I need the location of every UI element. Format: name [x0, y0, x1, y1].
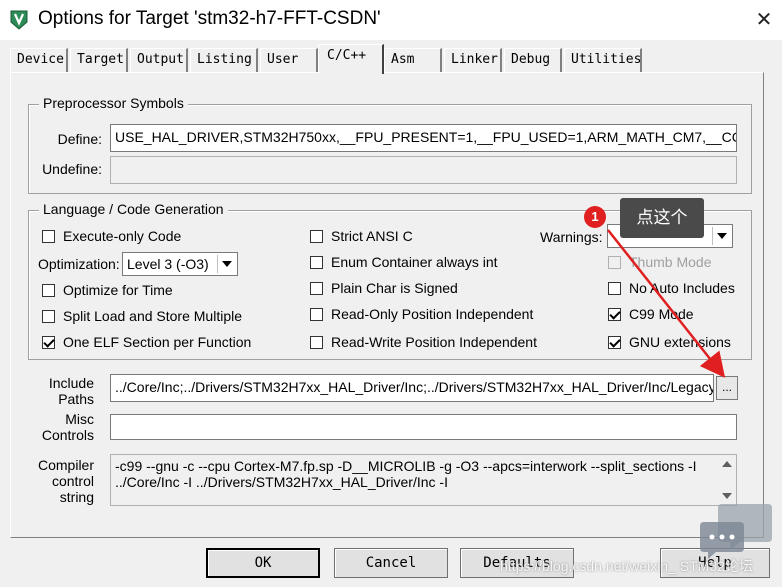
- tab-asm[interactable]: Asm: [384, 48, 442, 72]
- execute-only-label: Execute-only Code: [63, 228, 182, 244]
- no-auto-includes-box: [608, 281, 621, 295]
- strict-ansi-box: [310, 229, 323, 243]
- thumb-mode-label: Thumb Mode: [629, 254, 712, 270]
- tab-c-cpp[interactable]: C/C++: [318, 44, 384, 74]
- warnings-label: Warnings:: [540, 229, 603, 245]
- execute-only-checkbox[interactable]: Execute-only Code: [42, 228, 181, 244]
- ro-position-checkbox[interactable]: Read-Only Position Independent: [310, 306, 533, 322]
- ro-position-label: Read-Only Position Independent: [331, 306, 534, 322]
- gnu-extensions-label: GNU extensions: [629, 334, 731, 350]
- include-paths-input[interactable]: ../Core/Inc;../Drivers/STM32H7xx_HAL_Dri…: [110, 374, 714, 402]
- compiler-label-line2: control: [51, 473, 94, 489]
- strict-ansi-checkbox[interactable]: Strict ANSI C: [310, 228, 413, 244]
- tab-linker[interactable]: Linker: [444, 48, 502, 72]
- scroll-up-icon[interactable]: [718, 455, 736, 473]
- split-load-checkbox[interactable]: Split Load and Store Multiple: [42, 308, 242, 324]
- optimization-select[interactable]: Level 3 (-O3): [122, 252, 238, 276]
- title-bar: Options for Target 'stm32-h7-FFT-CSDN' ✕: [0, 0, 782, 40]
- annotation-callout: 点这个: [620, 198, 704, 238]
- misc-controls-label: Misc Controls: [30, 411, 94, 443]
- undefine-input[interactable]: [110, 156, 737, 184]
- enum-int-label: Enum Container always int: [331, 254, 498, 270]
- preprocessor-group-title: Preprocessor Symbols: [39, 95, 188, 111]
- keil-app-icon: [10, 10, 28, 30]
- thumb-mode-box: [608, 255, 621, 269]
- misc-label-line2: Controls: [41, 427, 94, 443]
- close-icon[interactable]: ✕: [752, 8, 776, 32]
- plain-char-label: Plain Char is Signed: [331, 280, 458, 296]
- define-input[interactable]: USE_HAL_DRIVER,STM32H750xx,__FPU_PRESENT…: [110, 124, 737, 152]
- compiler-label-line3: string: [59, 489, 94, 505]
- watermark: https://blog.csdn.net/weixin_ STM32论坛: [500, 558, 753, 574]
- misc-label-line1: Misc: [65, 411, 94, 427]
- define-label: Define:: [57, 131, 102, 147]
- c99-mode-checkbox[interactable]: C99 Mode: [608, 306, 694, 322]
- cancel-button[interactable]: Cancel: [334, 548, 448, 578]
- execute-only-box: [42, 229, 55, 243]
- chevron-down-icon: [217, 255, 235, 273]
- include-label-line2: Paths: [58, 391, 94, 407]
- compiler-label-line1: Compiler: [37, 457, 94, 473]
- split-load-box: [42, 309, 55, 323]
- gnu-extensions-box: [608, 335, 621, 349]
- optimization-label: Optimization:: [38, 256, 120, 272]
- include-label-line1: Include: [48, 375, 94, 391]
- optimize-time-label: Optimize for Time: [63, 282, 173, 298]
- rw-position-box: [310, 335, 323, 349]
- c99-mode-label: C99 Mode: [629, 306, 694, 322]
- c99-mode-box: [608, 307, 621, 321]
- misc-controls-input[interactable]: [110, 414, 737, 440]
- tab-target[interactable]: Target: [70, 48, 128, 72]
- tab-device[interactable]: Device: [10, 48, 68, 72]
- compiler-control-string: -c99 --gnu -c --cpu Cortex-M7.fp.sp -D__…: [110, 454, 737, 506]
- language-group-title: Language / Code Generation: [39, 201, 228, 217]
- no-auto-includes-checkbox[interactable]: No Auto Includes: [608, 280, 735, 296]
- enum-int-box: [310, 255, 323, 269]
- compiler-line-1: -c99 --gnu -c --cpu Cortex-M7.fp.sp -D__…: [115, 458, 697, 474]
- rw-position-label: Read-Write Position Independent: [331, 334, 537, 350]
- one-elf-label: One ELF Section per Function: [63, 334, 252, 350]
- strict-ansi-label: Strict ANSI C: [331, 228, 413, 244]
- tab-user[interactable]: User: [260, 48, 318, 72]
- split-load-label: Split Load and Store Multiple: [63, 308, 242, 324]
- plain-char-checkbox[interactable]: Plain Char is Signed: [310, 280, 458, 296]
- compiler-control-label: Compiler control string: [30, 457, 94, 505]
- chevron-down-icon: [712, 227, 730, 245]
- tab-debug[interactable]: Debug: [504, 48, 562, 72]
- tab-utilities[interactable]: Utilities: [564, 48, 642, 72]
- thumb-mode-checkbox[interactable]: Thumb Mode: [608, 254, 711, 270]
- optimization-value: Level 3 (-O3): [127, 256, 209, 272]
- plain-char-box: [310, 281, 323, 295]
- compiler-scrollbar[interactable]: [718, 455, 736, 505]
- rw-position-checkbox[interactable]: Read-Write Position Independent: [310, 334, 537, 350]
- no-auto-includes-label: No Auto Includes: [629, 280, 735, 296]
- include-paths-browse-button[interactable]: ...: [716, 376, 738, 400]
- one-elf-box: [42, 335, 55, 349]
- one-elf-checkbox[interactable]: One ELF Section per Function: [42, 334, 251, 350]
- optimize-time-checkbox[interactable]: Optimize for Time: [42, 282, 173, 298]
- compiler-line-2: ../Core/Inc -I ../Drivers/STM32H7xx_HAL_…: [115, 474, 448, 490]
- chat-bubble-icon: [700, 504, 772, 559]
- tab-output[interactable]: Output: [130, 48, 188, 72]
- window-title: Options for Target 'stm32-h7-FFT-CSDN': [38, 8, 381, 29]
- ok-button[interactable]: OK: [206, 548, 320, 578]
- undefine-label: Undefine:: [42, 161, 102, 177]
- ro-position-box: [310, 307, 323, 321]
- gnu-extensions-checkbox[interactable]: GNU extensions: [608, 334, 731, 350]
- include-paths-label: Include Paths: [30, 375, 94, 407]
- optimize-time-box: [42, 283, 55, 297]
- enum-int-checkbox[interactable]: Enum Container always int: [310, 254, 498, 270]
- annotation-badge: 1: [584, 206, 606, 228]
- tab-listing[interactable]: Listing: [190, 48, 258, 72]
